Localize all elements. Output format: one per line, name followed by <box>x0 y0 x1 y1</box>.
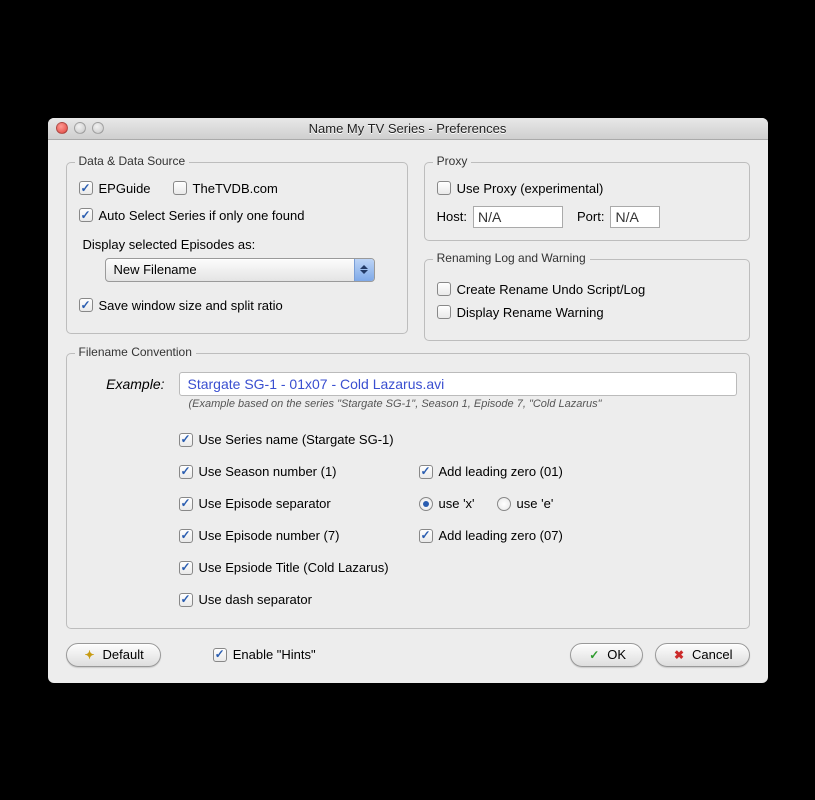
checkbox-auto-select[interactable]: Auto Select Series if only one found <box>79 208 395 223</box>
check-icon <box>437 181 451 195</box>
input-port[interactable] <box>610 206 660 228</box>
label-use-series: Use Series name (Stargate SG-1) <box>199 432 394 447</box>
checkbox-enable-hints[interactable]: Enable "Hints" <box>213 647 316 662</box>
check-icon <box>419 529 433 543</box>
label-lead-zero-season: Add leading zero (01) <box>439 464 563 479</box>
content: Data & Data Source EPGuide TheTVDB.com <box>48 140 768 683</box>
check-icon <box>179 497 193 511</box>
label-port: Port: <box>577 209 604 224</box>
checkbox-use-dash[interactable]: Use dash separator <box>179 592 419 607</box>
preferences-window: Name My TV Series - Preferences Data & D… <box>48 118 768 683</box>
check-icon <box>437 282 451 296</box>
group-title-data-source: Data & Data Source <box>75 154 190 168</box>
check-icon <box>79 298 93 312</box>
titlebar: Name My TV Series - Preferences <box>48 118 768 140</box>
group-title-proxy: Proxy <box>433 154 472 168</box>
checkbox-use-series[interactable]: Use Series name (Stargate SG-1) <box>179 432 419 447</box>
check-icon <box>173 181 187 195</box>
label-display-as: Display selected Episodes as: <box>83 237 395 252</box>
radio-use-x[interactable] <box>419 497 433 511</box>
checkbox-use-season[interactable]: Use Season number (1) <box>179 464 419 479</box>
label-ok: OK <box>607 647 626 662</box>
checkbox-lead-zero-ep[interactable]: Add leading zero (07) <box>419 528 563 543</box>
footer: ✦ Default Enable "Hints" ✓ OK ✖ Cancel <box>66 643 750 667</box>
cancel-button[interactable]: ✖ Cancel <box>655 643 749 667</box>
label-enable-hints: Enable "Hints" <box>233 647 316 662</box>
group-proxy: Proxy Use Proxy (experimental) Host: Por… <box>424 162 750 241</box>
check-icon: ✓ <box>587 648 601 662</box>
label-use-ep-sep: Use Episode separator <box>199 496 331 511</box>
checkbox-create-undo[interactable]: Create Rename Undo Script/Log <box>437 282 737 297</box>
input-host[interactable] <box>473 206 563 228</box>
label-display-warning: Display Rename Warning <box>457 305 604 320</box>
check-icon <box>419 465 433 479</box>
label-save-window: Save window size and split ratio <box>99 298 283 313</box>
check-icon <box>179 465 193 479</box>
example-output: Stargate SG-1 - 01x07 - Cold Lazarus.avi <box>179 372 737 396</box>
check-icon <box>437 305 451 319</box>
default-icon: ✦ <box>83 648 97 662</box>
label-default: Default <box>103 647 144 662</box>
default-button[interactable]: ✦ Default <box>66 643 161 667</box>
group-renaming: Renaming Log and Warning Create Rename U… <box>424 259 750 341</box>
label-epguide: EPGuide <box>99 181 151 196</box>
group-filename: Filename Convention Example: Stargate SG… <box>66 353 750 629</box>
check-icon <box>179 433 193 447</box>
checkbox-display-warning[interactable]: Display Rename Warning <box>437 305 737 320</box>
example-note: (Example based on the series "Stargate S… <box>189 398 737 410</box>
label-use-proxy: Use Proxy (experimental) <box>457 181 604 196</box>
checkbox-use-ep-sep[interactable]: Use Episode separator <box>179 496 419 511</box>
checkbox-epguide[interactable]: EPGuide <box>79 181 151 196</box>
label-auto-select: Auto Select Series if only one found <box>99 208 305 223</box>
label-radio-e: use 'e' <box>517 496 554 511</box>
check-icon <box>179 529 193 543</box>
label-use-dash: Use dash separator <box>199 592 312 607</box>
group-title-renaming: Renaming Log and Warning <box>433 251 590 265</box>
label-create-undo: Create Rename Undo Script/Log <box>457 282 646 297</box>
label-host: Host: <box>437 209 467 224</box>
label-cancel: Cancel <box>692 647 732 662</box>
check-icon <box>79 208 93 222</box>
group-title-filename: Filename Convention <box>75 345 196 359</box>
label-thetvdb: TheTVDB.com <box>193 181 278 196</box>
checkbox-use-ep-title[interactable]: Use Epsiode Title (Cold Lazarus) <box>179 560 389 575</box>
label-use-ep-title: Use Epsiode Title (Cold Lazarus) <box>199 560 389 575</box>
radio-use-e[interactable] <box>497 497 511 511</box>
check-icon <box>213 648 227 662</box>
check-icon <box>179 561 193 575</box>
select-display-as[interactable]: New Filename <box>105 258 375 282</box>
ok-button[interactable]: ✓ OK <box>570 643 643 667</box>
checkbox-save-window[interactable]: Save window size and split ratio <box>79 298 395 313</box>
checkbox-lead-zero-season[interactable]: Add leading zero (01) <box>419 464 563 479</box>
close-icon: ✖ <box>672 648 686 662</box>
chevron-updown-icon <box>354 259 374 281</box>
check-icon <box>79 181 93 195</box>
label-use-season: Use Season number (1) <box>199 464 337 479</box>
checkbox-use-proxy[interactable]: Use Proxy (experimental) <box>437 181 737 196</box>
check-icon <box>179 593 193 607</box>
label-use-ep-num: Use Episode number (7) <box>199 528 340 543</box>
group-data-source: Data & Data Source EPGuide TheTVDB.com <box>66 162 408 334</box>
label-lead-zero-ep: Add leading zero (07) <box>439 528 563 543</box>
checkbox-use-ep-num[interactable]: Use Episode number (7) <box>179 528 419 543</box>
label-example: Example: <box>87 376 165 392</box>
select-value: New Filename <box>106 262 354 277</box>
label-radio-x: use 'x' <box>439 496 475 511</box>
checkbox-thetvdb[interactable]: TheTVDB.com <box>173 181 278 196</box>
window-title: Name My TV Series - Preferences <box>48 121 768 136</box>
